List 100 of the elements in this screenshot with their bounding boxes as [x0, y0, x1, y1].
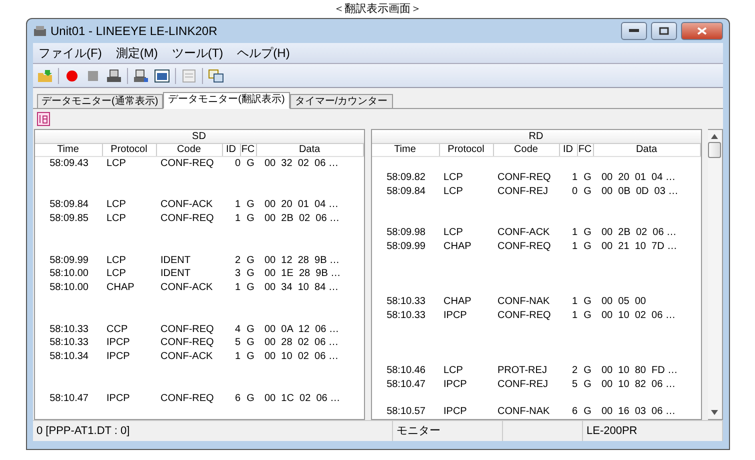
- table-cell-text: 3: [234, 267, 240, 282]
- table-cell-text: 58:10.33: [386, 294, 426, 309]
- menu-item[interactable]: 測定(M): [116, 44, 158, 62]
- table-cell-text: G: [246, 281, 256, 295]
- maximize-icon: [658, 27, 668, 35]
- table-cell-text: CONF-REQ: [160, 157, 215, 171]
- table-cell-text: CONF-REQ: [160, 212, 215, 226]
- table-cell-text: CONF-REQ: [496, 308, 552, 323]
- table-cell-text: 00 20 01 04 …: [600, 170, 676, 185]
- table-cell-text: 58:10.33: [386, 308, 426, 323]
- table-cell-text: G: [246, 392, 256, 406]
- column-header[interactable]: Data: [594, 144, 700, 156]
- column-header[interactable]: Protocol: [102, 144, 156, 156]
- scrollbar[interactable]: [708, 129, 722, 420]
- table-cell-text: 1: [234, 281, 240, 295]
- table-cell-text: 00 10 02 06 …: [600, 308, 676, 323]
- menu-item[interactable]: ツール(T): [172, 44, 224, 62]
- scrollbar-thumb[interactable]: [708, 142, 721, 158]
- table-cell-text: CONF-REQ: [496, 170, 552, 185]
- table-cell-text: 00 16 03 06 …: [600, 405, 676, 419]
- column-header[interactable]: Time: [34, 144, 102, 156]
- table-cell-text: 00 05 00: [600, 294, 647, 309]
- hex-icon[interactable]: [36, 112, 50, 126]
- table-cell-text: 58:09.82: [386, 170, 426, 185]
- table-cell-text: IPCP: [106, 336, 131, 350]
- minimize-button[interactable]: [620, 22, 646, 40]
- tab[interactable]: データモニター(通常表示): [36, 94, 164, 108]
- table-cell-text: 00 12 28 9B …: [264, 254, 341, 268]
- table-cell-text: IPCP: [106, 392, 131, 406]
- table-cell-text: 58:10.00: [48, 267, 90, 282]
- table-cell-text: 2: [570, 364, 578, 378]
- column-header[interactable]: Protocol: [440, 144, 494, 156]
- up-arrow-icon[interactable]: [711, 134, 718, 139]
- table-cell-text: 1: [570, 308, 578, 323]
- menu-item[interactable]: ヘルプ(H): [237, 44, 290, 62]
- down-arrow-icon[interactable]: [711, 410, 718, 415]
- table-cell-text: 58:10.33: [48, 322, 90, 336]
- table-cell-text: 58:09.84: [48, 198, 90, 212]
- table-cell-text: 1: [570, 294, 578, 309]
- close-icon: [696, 27, 706, 35]
- table-cell-text: CONF-REQ: [160, 322, 215, 336]
- table-cell-text: IPCP: [442, 405, 468, 419]
- table-cell-text: G: [582, 378, 592, 392]
- column-header[interactable]: Data: [256, 144, 364, 156]
- table-cell-text: 00 34 10 84 …: [264, 281, 340, 295]
- table-cell-text: G: [582, 184, 592, 198]
- table-cell-text: CHAP: [106, 281, 136, 295]
- menu-item[interactable]: ファイル(F): [38, 44, 102, 62]
- monitor-icon[interactable]: [154, 68, 170, 84]
- table-cell-text: 4: [234, 322, 240, 336]
- table-cell-text: G: [582, 170, 592, 185]
- table-cell-text: 58:09.99: [386, 240, 426, 254]
- table-cell-text: 58:10.34: [48, 350, 90, 364]
- table-cell-text: G: [582, 308, 592, 323]
- close-button[interactable]: [680, 22, 722, 40]
- table-cell-text: 58:09.43: [48, 157, 90, 171]
- table-cell-text: CHAP: [442, 294, 472, 309]
- column-header[interactable]: Time: [372, 144, 440, 156]
- table-cell-text: CONF-REJ: [496, 378, 550, 392]
- table-cell-text: 2: [234, 254, 240, 268]
- table-cell-text: 0: [234, 157, 240, 171]
- table-cell-text: CCP: [106, 322, 129, 336]
- table-cell-text: 00 10 02 06 …: [264, 350, 340, 364]
- table-cell-text: G: [582, 294, 592, 309]
- minimize-icon: [628, 29, 638, 33]
- column-header[interactable]: Code: [494, 144, 560, 156]
- table-cell-text: G: [582, 405, 592, 419]
- tab[interactable]: タイマー/カウンター: [290, 94, 393, 108]
- table-cell-text: LCP: [442, 184, 464, 198]
- column-header[interactable]: FC: [578, 144, 594, 156]
- record-icon[interactable]: [64, 68, 80, 84]
- table-cell-text: 5: [570, 378, 578, 392]
- table-cell-text: CONF-ACK: [496, 226, 551, 240]
- table-cell-text: 1: [570, 226, 578, 240]
- table-cell-text: IPCP: [442, 308, 468, 323]
- column-header[interactable]: ID: [222, 144, 240, 156]
- folder-icon[interactable]: [36, 68, 52, 84]
- table-cell-text: 00 0B 0D 03 …: [600, 184, 680, 198]
- column-header[interactable]: ID: [560, 144, 578, 156]
- device-icon[interactable]: [106, 68, 122, 84]
- column-header[interactable]: FC: [240, 144, 256, 156]
- windows-icon[interactable]: [208, 68, 224, 84]
- table-cell-text: LCP: [442, 364, 464, 378]
- table-cell-text: CONF-REJ: [496, 184, 550, 198]
- table-cell-text: 0: [570, 184, 578, 198]
- table-cell-text: G: [246, 336, 256, 350]
- table-cell-text: LCP: [106, 198, 127, 212]
- table-cell-text: CONF-ACK: [160, 350, 214, 364]
- table-cell-text: LCP: [442, 226, 464, 240]
- status-text: 0 [PPP-AT1.DT : 0]: [32, 421, 392, 441]
- table-cell-text: 00 21 10 7D …: [600, 240, 678, 254]
- tab[interactable]: データモニター(翻訳表示): [163, 92, 290, 109]
- column-header[interactable]: Code: [156, 144, 222, 156]
- table-cell-text: LCP: [442, 170, 464, 185]
- device-icon[interactable]: [132, 68, 148, 84]
- table-cell-text: 58:10.33: [48, 336, 90, 350]
- table-cell-text: 00 1C 02 06 …: [264, 392, 342, 406]
- table-cell-text: 1: [570, 240, 578, 254]
- maximize-button[interactable]: [650, 22, 676, 40]
- table-cell-text: 00 0A 12 06 …: [264, 322, 340, 336]
